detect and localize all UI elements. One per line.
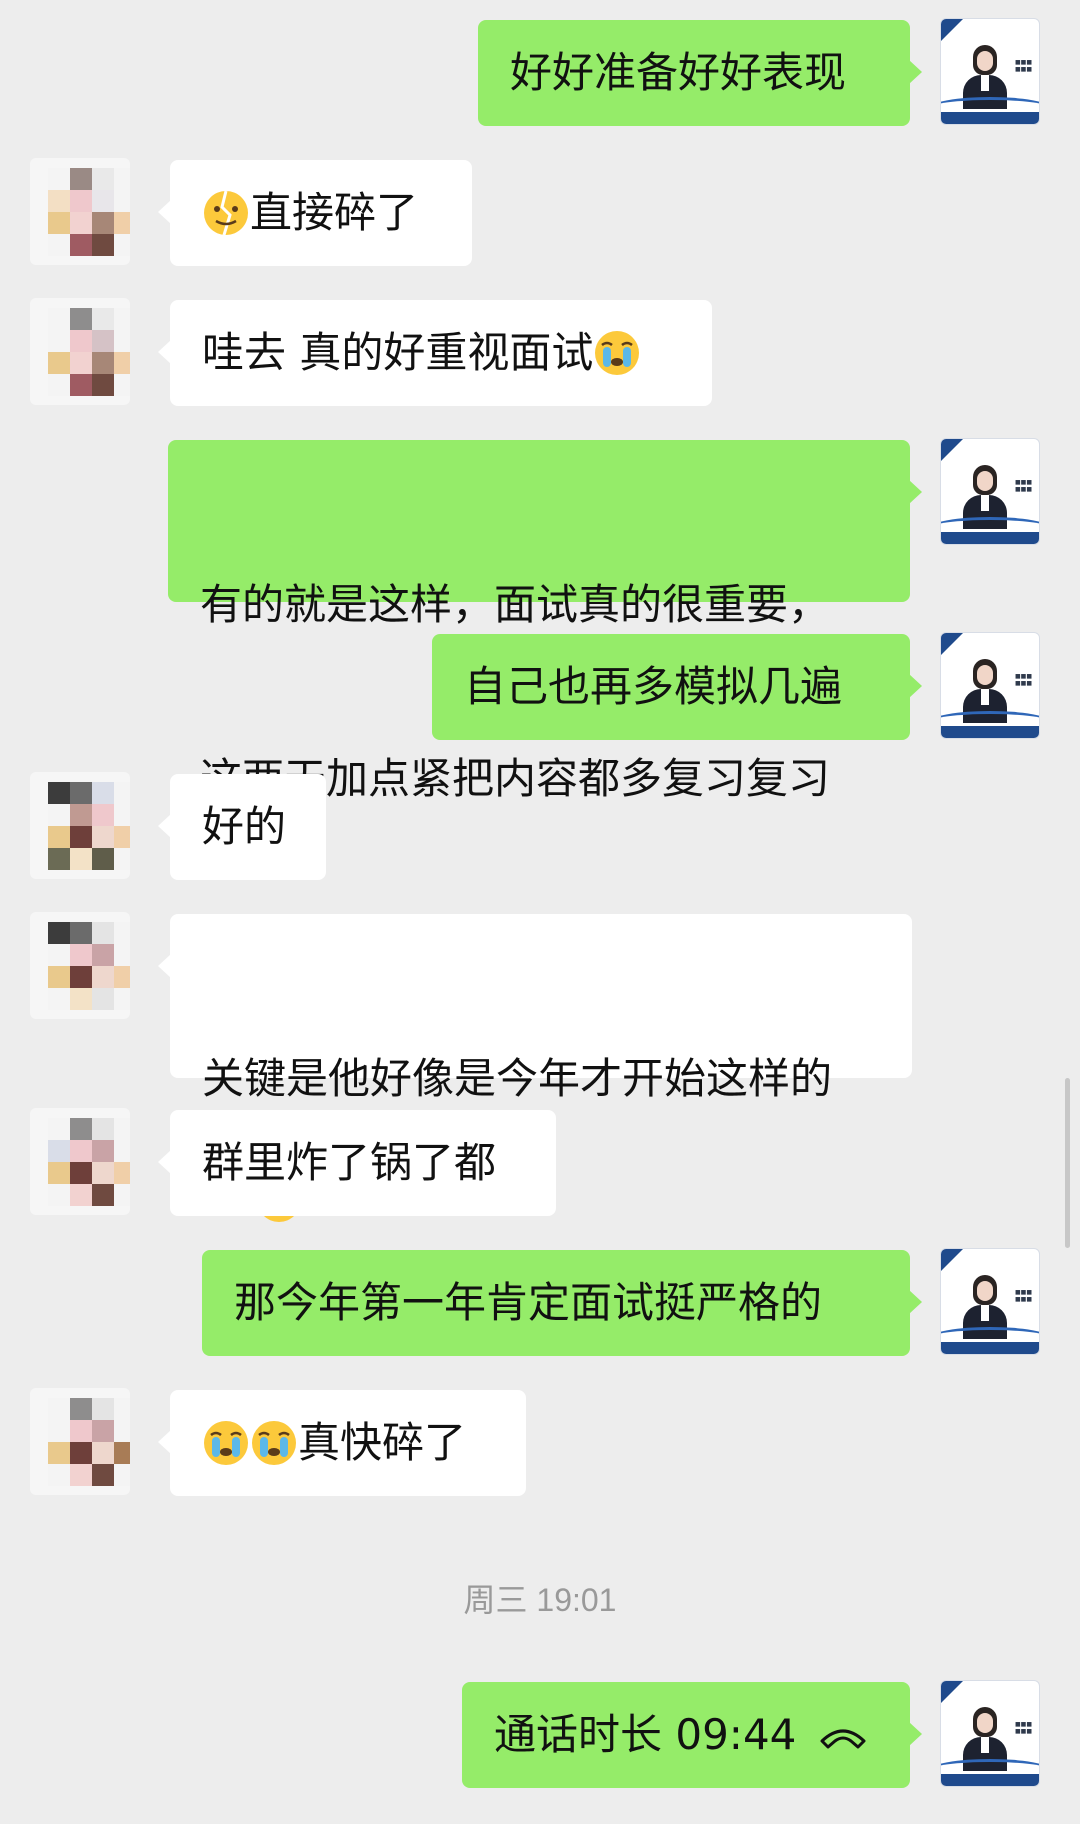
my-avatar[interactable]: ■■■ ■■■: [940, 632, 1040, 739]
crying-face-emoji: [595, 331, 640, 375]
broken-heart-face-emoji: [204, 190, 248, 236]
message-text: 关键是他好像是今年才开始这样的: [202, 1054, 833, 1103]
message-bubble[interactable]: 有的就是这样，面试真的很重要， 这两天加点紧把内容都多复习复习: [168, 440, 922, 803]
message-bubble[interactable]: 那今年第一年肯定面试挺严格的: [202, 1250, 922, 1356]
message-bubble[interactable]: 关键是他好像是今年才开始这样的: [158, 914, 912, 1222]
contact-avatar[interactable]: [30, 772, 130, 879]
contact-avatar[interactable]: [30, 158, 130, 265]
message-text: 群里炸了锅了都: [202, 1138, 497, 1187]
my-avatar[interactable]: ■■■ ■■■: [940, 1680, 1040, 1787]
my-avatar[interactable]: ■■■ ■■■: [940, 1248, 1040, 1355]
message-bubble[interactable]: 好好准备好好表现: [478, 20, 922, 126]
message-bubble[interactable]: 自己也再多模拟几遍: [432, 634, 922, 740]
contact-avatar[interactable]: [30, 1388, 130, 1495]
call-record-bubble[interactable]: 通话时长 09:44: [462, 1682, 922, 1788]
message-text: 自己也再多模拟几遍: [464, 662, 843, 711]
contact-avatar[interactable]: [30, 912, 130, 1019]
message-text: 好的: [202, 802, 287, 851]
message-text: 哇去 真的好重视面试: [202, 328, 594, 377]
crying-face-emoji: [252, 1421, 296, 1465]
message-bubble[interactable]: 真快碎了: [158, 1390, 526, 1496]
message-text: 直接碎了: [250, 188, 419, 237]
timestamp: 周三 19:01: [463, 1582, 617, 1618]
message-bubble[interactable]: 直接碎了: [158, 160, 472, 266]
my-avatar[interactable]: ■■■ ■■■: [940, 438, 1040, 545]
my-avatar[interactable]: ■■■ ■■■: [940, 18, 1040, 125]
message-text-line: 有的就是这样，面试真的很重要，: [200, 580, 831, 629]
message-bubble[interactable]: 哇去 真的好重视面试: [158, 300, 712, 406]
message-bubble[interactable]: 群里炸了锅了都: [158, 1110, 556, 1216]
message-text: 那今年第一年肯定面试挺严格的: [234, 1278, 823, 1327]
contact-avatar[interactable]: [30, 1108, 130, 1215]
hang-up-phone-icon: [820, 1729, 866, 1749]
call-duration-text: 通话时长 09:44: [494, 1710, 797, 1759]
contact-avatar[interactable]: [30, 298, 130, 405]
message-text: 真快碎了: [298, 1418, 467, 1467]
crying-face-emoji: [204, 1421, 248, 1465]
scrollbar[interactable]: [1065, 1078, 1070, 1248]
message-text: 好好准备好好表现: [510, 48, 847, 97]
message-bubble[interactable]: 好的: [158, 774, 326, 880]
